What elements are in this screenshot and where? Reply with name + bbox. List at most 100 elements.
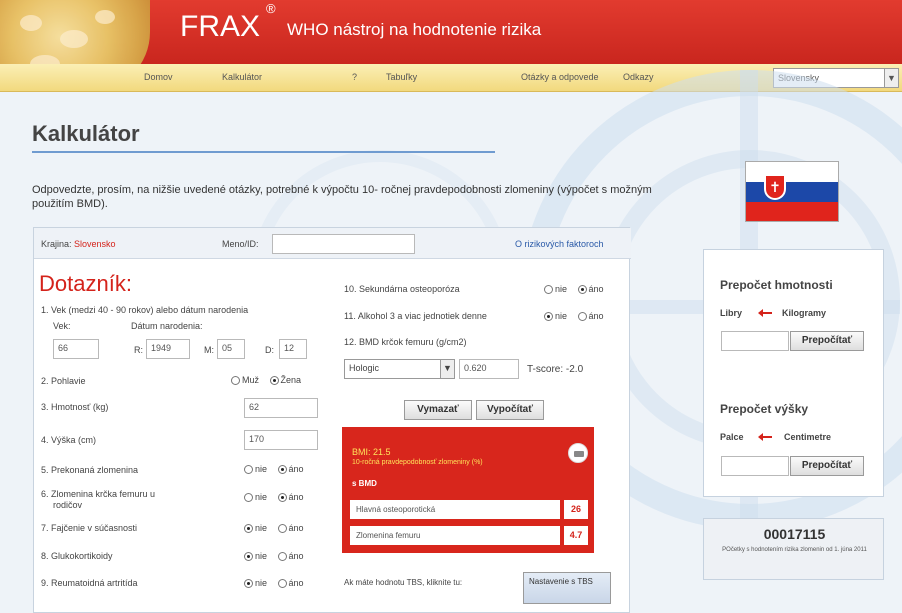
q8-no-radio[interactable]: nie	[244, 551, 267, 562]
q4-label: 4. Výška (cm)	[41, 435, 97, 445]
dob-day-label: D:	[265, 345, 274, 355]
tbs-note: Ak máte hodnotu TBS, kliknite tu:	[344, 578, 463, 587]
q9-label: 9. Reumatoidná artritída	[41, 578, 138, 588]
clear-button[interactable]: Vymazať	[404, 400, 472, 420]
height-conversion-input[interactable]	[721, 456, 789, 476]
hip-fracture-label: Zlomenina femuru	[350, 526, 560, 545]
q5-no-radio[interactable]: nie	[244, 464, 267, 475]
q11-yes-radio[interactable]: áno	[577, 311, 604, 322]
tbs-button[interactable]: Nastavenie s TBS	[523, 572, 611, 604]
with-bmd-label: s BMD	[352, 479, 377, 488]
bmd-value-input[interactable]: 0.620	[459, 359, 519, 379]
q12-label: 12. BMD krčok femuru (g/cm2)	[344, 337, 467, 347]
weight-to-unit: Kilogramy	[782, 308, 827, 318]
q6-label-cont: rodičov	[53, 500, 83, 510]
height-convert-button[interactable]: Prepočítať	[790, 456, 864, 476]
q11-radio-group: nie áno	[544, 311, 612, 322]
q6-radio-group: nie áno	[244, 492, 312, 503]
bmd-device-select[interactable]: Hologic ▼	[344, 359, 455, 379]
name-input[interactable]	[272, 234, 415, 254]
q9-radio-group: nie áno	[244, 578, 312, 589]
hip-fracture-value: 4.7	[564, 526, 588, 545]
q5-yes-radio[interactable]: áno	[277, 464, 304, 475]
q7-no-radio[interactable]: nie	[244, 523, 267, 534]
probability-title: 10-ročná pravdepodobnosť zlomeniny (%)	[352, 459, 483, 466]
q5-radio-group: nie áno	[244, 464, 312, 475]
dob-day-input[interactable]: 12	[279, 339, 307, 359]
nav-home[interactable]: Domov	[144, 72, 173, 82]
age-input[interactable]: 66	[53, 339, 99, 359]
calculation-counter: 00017115 POčetky s hodnotením rizika zlo…	[703, 518, 884, 580]
risk-factors-link[interactable]: O rizikových faktoroch	[515, 239, 604, 249]
result-panel: BMI: 21.5 10-ročná pravdepodobnosť zlome…	[342, 427, 594, 553]
q6-yes-radio[interactable]: áno	[277, 492, 304, 503]
calculate-button[interactable]: Vypočítať	[476, 400, 544, 420]
nav-calculator[interactable]: Kalkulátor	[222, 72, 262, 82]
slovakia-flag: ✝	[745, 161, 839, 222]
height-from-unit: Palce	[720, 432, 744, 442]
page: FRAX® WHO nástroj na hodnotenie rizika D…	[0, 0, 902, 613]
q3-label: 3. Hmotnosť (kg)	[41, 402, 109, 412]
sex-male-radio[interactable]: Muž	[231, 375, 259, 386]
name-label: Meno/ID:	[222, 239, 259, 249]
chevron-down-icon: ▼	[884, 69, 898, 87]
major-fracture-value: 26	[564, 500, 588, 519]
dob-label: Dátum narodenia:	[131, 321, 203, 331]
q6-label: 6. Zlomenina krčka femuru u	[41, 489, 156, 499]
q9-yes-radio[interactable]: áno	[277, 578, 304, 589]
tscore-text: T-score: -2.0	[527, 364, 584, 375]
weight-conversion-title: Prepočet hmotnosti	[720, 278, 833, 292]
header-subtitle: WHO nástroj na hodnotenie rizika	[287, 20, 542, 39]
nav-references[interactable]: Odkazy	[623, 72, 654, 82]
arrow-left-icon	[758, 309, 772, 317]
dob-month-input[interactable]: 05	[217, 339, 245, 359]
weight-conversion-input[interactable]	[721, 331, 789, 351]
q2-label: 2. Pohlavie	[41, 376, 86, 386]
q1-label: 1. Vek (medzi 40 - 90 rokov) alebo dátum…	[41, 305, 249, 315]
dob-year-input[interactable]: 1949	[146, 339, 190, 359]
nav-help[interactable]: ?	[352, 72, 357, 82]
nav-faq[interactable]: Otázky a odpovede	[521, 72, 599, 82]
intro-text: Odpovedzte, prosím, na nižšie uvedené ot…	[32, 184, 652, 210]
calculator-form: Krajina: Slovensko Meno/ID: O rizikových…	[33, 227, 631, 613]
q7-yes-radio[interactable]: áno	[277, 523, 304, 534]
sex-radio-group: Muž Žena	[231, 375, 309, 386]
weight-input[interactable]: 62	[244, 398, 318, 418]
dob-month-label: M:	[204, 345, 214, 355]
q8-yes-radio[interactable]: áno	[277, 551, 304, 562]
q11-label: 11. Alkohol 3 a viac jednotiek denne	[344, 311, 487, 321]
chevron-down-icon: ▼	[440, 360, 454, 378]
frax-logo[interactable]: FRAX®	[180, 1, 276, 44]
weight-from-unit: Libry	[720, 308, 743, 318]
q6-no-radio[interactable]: nie	[244, 492, 267, 503]
height-input[interactable]: 170	[244, 430, 318, 450]
q9-no-radio[interactable]: nie	[244, 578, 267, 589]
questionnaire-heading: Dotazník:	[39, 271, 132, 296]
q10-label: 10. Sekundárna osteoporóza	[344, 284, 460, 294]
height-conversion-title: Prepočet výšky	[720, 402, 809, 416]
sex-female-radio[interactable]: Žena	[269, 375, 301, 386]
nav-tables[interactable]: Tabuľky	[386, 72, 417, 82]
country-label: Krajina: Slovensko	[41, 239, 116, 249]
q10-radio-group: nie áno	[544, 284, 612, 295]
slovak-coat-of-arms-icon: ✝	[764, 174, 786, 200]
dob-year-label: R:	[134, 345, 143, 355]
bmi-value: BMI: 21.5	[352, 447, 391, 457]
bmd-device-value: Hologic	[349, 363, 380, 373]
height-to-unit: Centimetre	[784, 432, 832, 442]
major-fracture-label: Hlavná osteoporotická	[350, 500, 560, 519]
weight-convert-button[interactable]: Prepočítať	[790, 331, 864, 351]
q8-radio-group: nie áno	[244, 551, 312, 562]
page-title: Kalkulátor	[32, 121, 140, 146]
country-value[interactable]: Slovensko	[74, 239, 116, 249]
q11-no-radio[interactable]: nie	[544, 311, 567, 322]
q10-no-radio[interactable]: nie	[544, 284, 567, 295]
q7-label: 7. Fajčenie v súčasnosti	[41, 523, 138, 533]
print-icon[interactable]	[568, 443, 588, 463]
q7-radio-group: nie áno	[244, 523, 312, 534]
q10-yes-radio[interactable]: áno	[577, 284, 604, 295]
counter-note: POčetky s hodnotením rizika zlomenin od …	[722, 547, 867, 553]
title-underline	[32, 151, 495, 153]
q8-label: 8. Glukokortikoidy	[41, 551, 113, 561]
q5-label: 5. Prekonaná zlomenina	[41, 465, 139, 475]
